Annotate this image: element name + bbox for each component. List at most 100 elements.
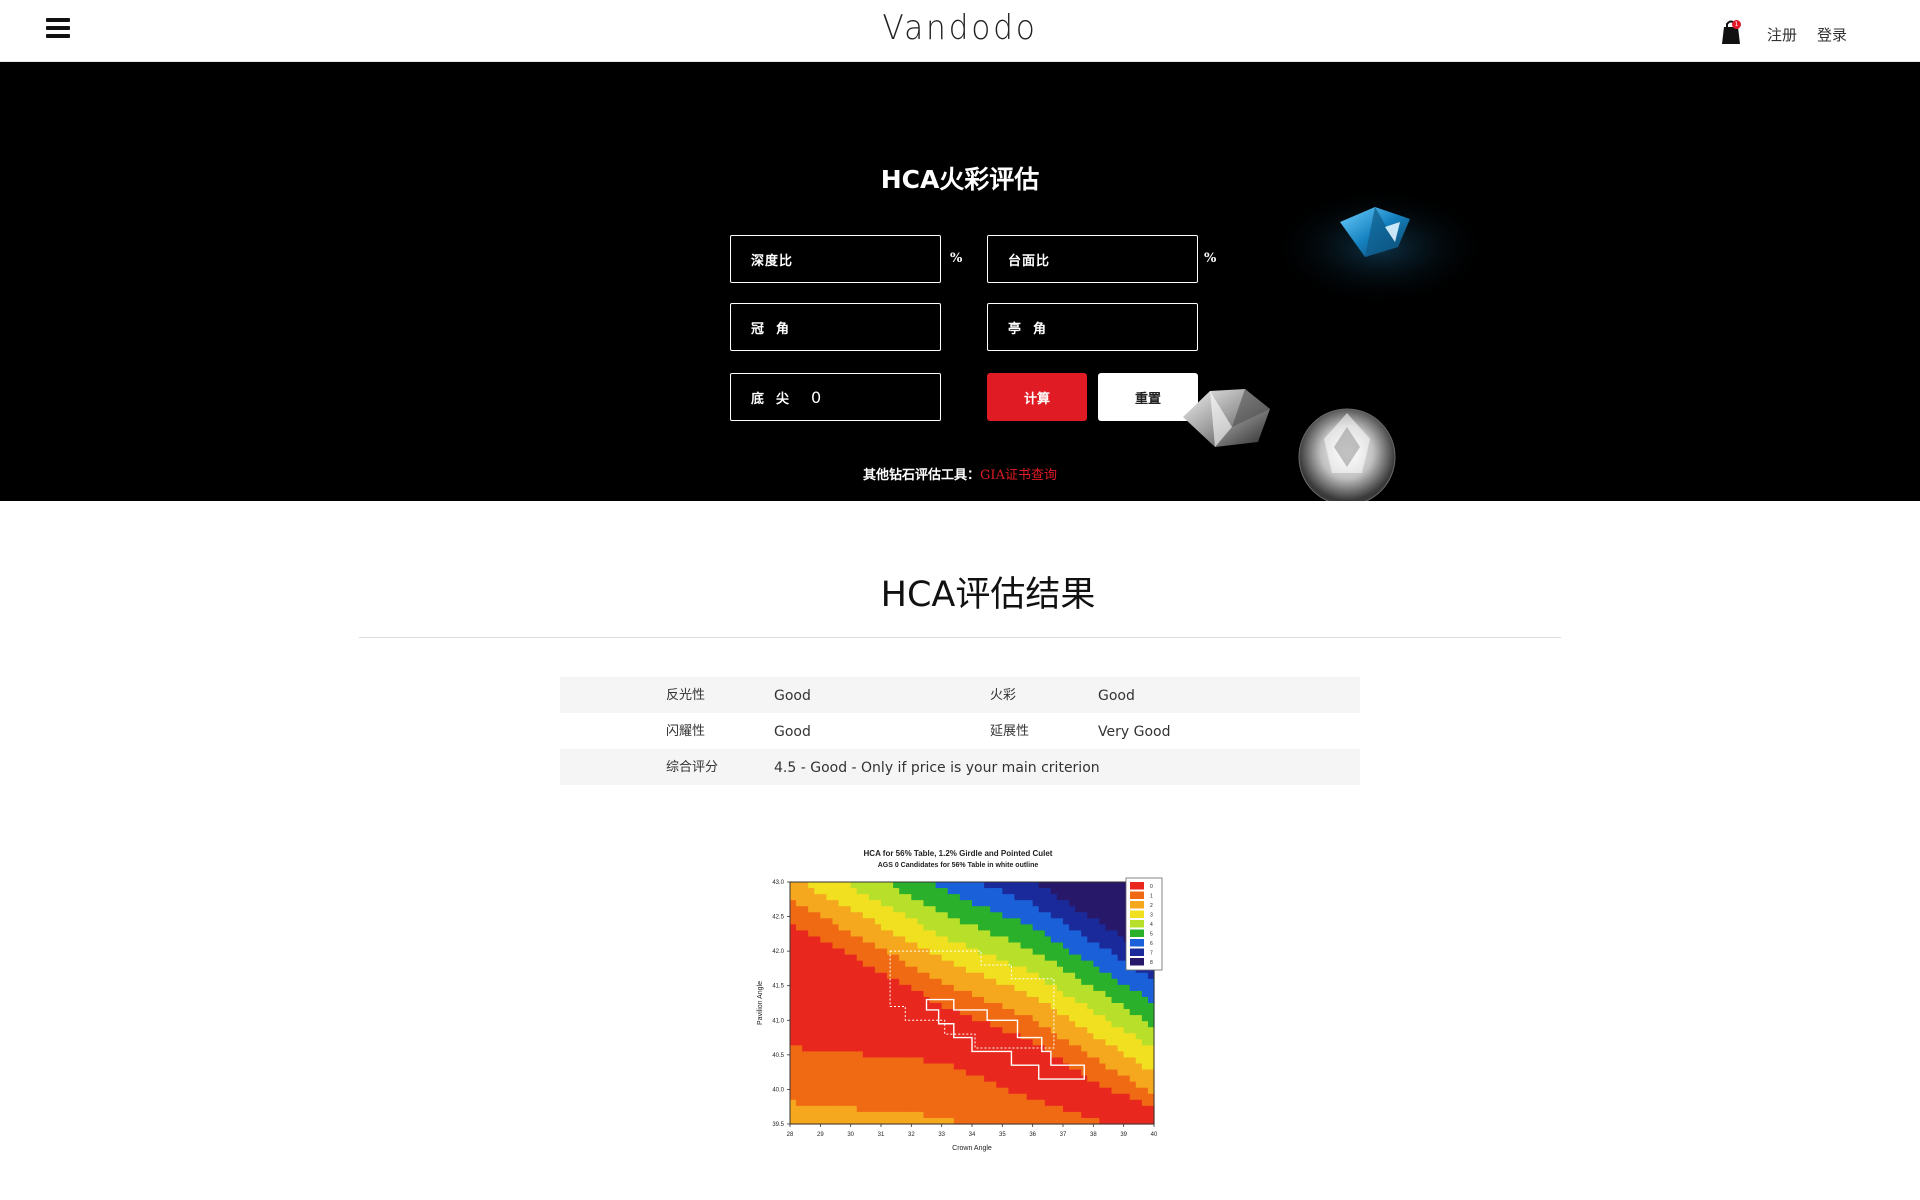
heat-cell [887,888,894,895]
heat-cell [1056,972,1064,980]
gia-certificate-link[interactable]: GIA证书查询 [980,468,1057,483]
calculate-button[interactable]: 计算 [987,373,1087,421]
heat-cell [1063,1069,1070,1077]
heat-cell [1044,1111,1052,1119]
heat-cell [881,900,888,907]
login-link[interactable]: 登录 [1817,24,1847,45]
heat-cell [1105,894,1113,901]
heat-cell [1081,930,1088,938]
heat-cell [947,912,955,919]
heat-cell [1141,996,1149,1004]
heat-cell [1099,1093,1107,1101]
heat-cell [1014,888,1022,895]
heat-cell [862,1105,870,1113]
site-logo[interactable]: Vandodo [868,8,1052,48]
heat-cell [1032,978,1040,986]
heat-cell [790,930,797,938]
heat-cell [990,882,997,889]
heat-cell [1069,960,1076,968]
heat-cell [899,984,906,992]
heat-cell [1014,954,1022,962]
heat-cell [905,1111,912,1119]
heat-cell [965,960,973,968]
heat-cell [868,1111,876,1119]
heat-cell [838,1003,846,1010]
heat-cell [820,906,827,913]
hamburger-menu-icon[interactable] [44,18,72,44]
register-link[interactable]: 注册 [1767,24,1797,45]
heat-cell [844,942,852,950]
heat-cell [820,930,827,938]
heat-cell [1117,942,1125,950]
heat-cell [1087,894,1094,901]
heat-cell [947,1081,955,1089]
heat-cell [862,888,870,895]
heat-cell [1117,996,1125,1004]
table-ratio-input[interactable] [1058,248,1169,270]
heat-cell [820,960,827,968]
heat-cell [850,1057,858,1065]
heat-cell [905,1009,912,1016]
heat-cell [972,1105,979,1113]
heat-cell [1087,954,1094,962]
heat-cell [856,894,864,901]
fire-label: 火彩 [990,688,1017,703]
heat-cell [862,936,870,944]
heat-cell [965,906,973,913]
heat-cell [814,882,821,889]
heat-cell [881,948,888,956]
heat-cell [838,1069,846,1077]
heat-cell [1105,912,1113,919]
heat-cell [911,1093,918,1101]
heat-cell [790,882,797,889]
heat-cell [862,1015,870,1022]
heat-cell [1038,1105,1046,1113]
heat-cell [1002,1093,1009,1101]
heat-cell [1020,1039,1028,1046]
heat-cell [1093,1003,1100,1010]
culet-field[interactable]: 底尖 [730,373,941,421]
heat-cell [911,996,918,1004]
heat-cell [1008,924,1016,931]
heat-cell [790,912,797,919]
heat-cell [868,1021,876,1028]
heat-cell [826,1093,834,1101]
depth-ratio-unit: % [950,251,963,266]
heat-cell [802,1057,809,1065]
heat-cell [1056,888,1064,895]
heat-cell [953,954,961,962]
crown-angle-field[interactable]: 冠角 [730,303,941,351]
depth-ratio-field[interactable]: 深度比 [730,235,941,283]
heat-cell [1093,1057,1100,1065]
heat-cell [826,942,834,950]
culet-input[interactable] [809,386,920,408]
heat-cell [862,930,870,938]
heat-cell [905,1033,912,1040]
pavilion-angle-field[interactable]: 亭角 [987,303,1198,351]
heat-cell [923,1027,931,1034]
heat-cell [965,990,973,998]
table-ratio-field[interactable]: 台面比 [987,235,1198,283]
heat-cell [881,960,888,968]
heat-cell [905,1075,912,1083]
heat-cell [941,888,949,895]
heat-cell [1087,888,1094,895]
heat-cell [923,948,931,956]
heat-cell [796,1099,803,1107]
heat-cell [990,1027,997,1034]
pavilion-angle-input[interactable] [1066,316,1177,338]
heat-cell [947,906,955,913]
heat-cell [1020,948,1028,956]
heat-cell [990,948,997,956]
crown-angle-input[interactable] [809,316,920,338]
heat-cell [790,918,797,925]
depth-ratio-input[interactable] [801,248,912,270]
heat-cell [790,1009,797,1016]
heat-cell [1081,948,1088,956]
heat-cell [1123,1033,1131,1040]
heat-cell [984,924,991,931]
heat-cell [862,1081,870,1089]
heat-cell [1020,1063,1028,1071]
heat-cell [1117,1003,1125,1010]
heat-cell [796,1045,803,1052]
